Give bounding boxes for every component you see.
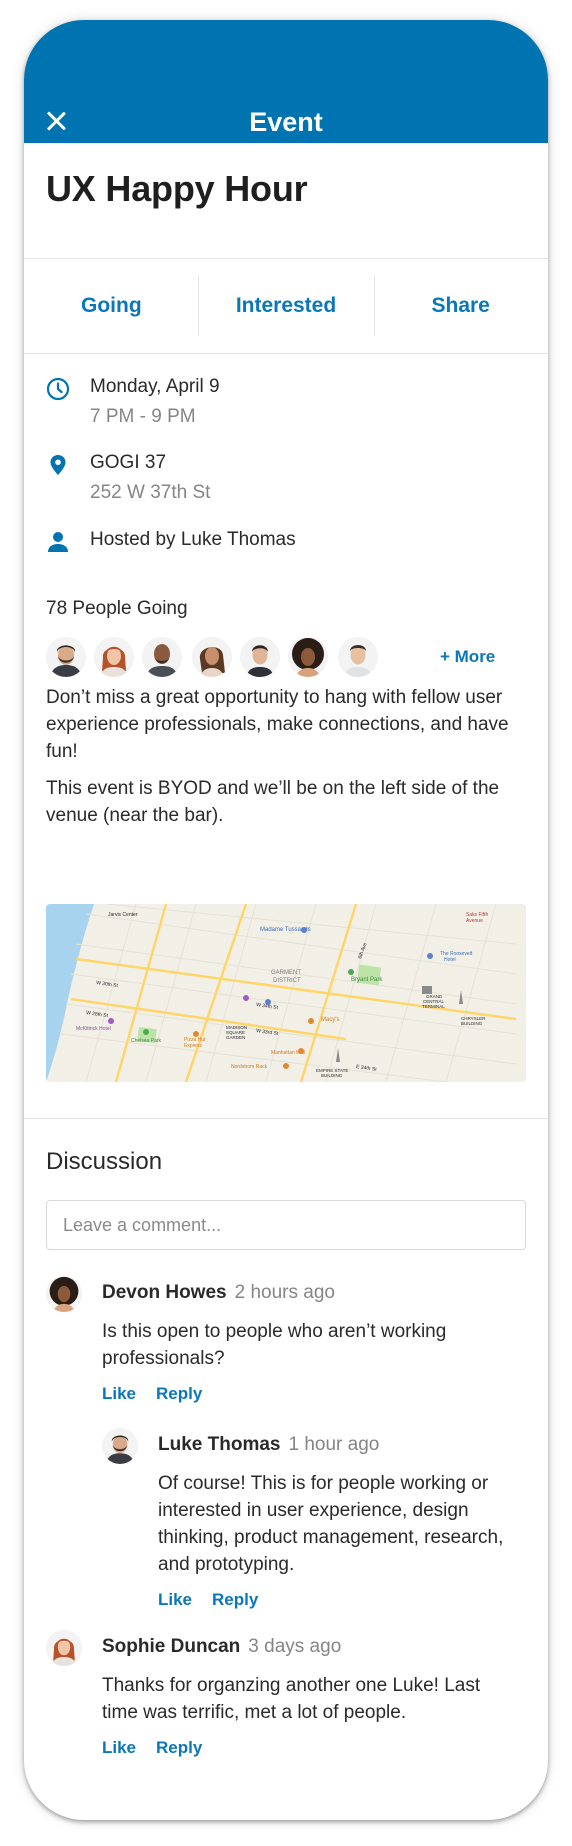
like-button[interactable]: Like bbox=[102, 1384, 136, 1403]
comment-author[interactable]: Devon Howes bbox=[102, 1282, 227, 1303]
phone-frame: Event UX Happy Hour Going Interested Sha… bbox=[24, 20, 548, 1820]
reply-button[interactable]: Reply bbox=[156, 1384, 202, 1403]
comment-timestamp: 1 hour ago bbox=[288, 1434, 380, 1455]
svg-text:McKittrick Hotel: McKittrick Hotel bbox=[76, 1026, 111, 1032]
event-actions: Going Interested Share bbox=[24, 258, 548, 353]
app-bar: Event bbox=[24, 20, 548, 143]
going-count: 78 People Going bbox=[46, 598, 188, 619]
svg-text:Chelsea Park: Chelsea Park bbox=[131, 1038, 162, 1044]
svg-text:Hotel: Hotel bbox=[444, 957, 456, 963]
svg-text:Macy's: Macy's bbox=[321, 1017, 339, 1023]
attendee-avatars: + More bbox=[46, 637, 526, 679]
event-venue[interactable]: GOGI 37 bbox=[90, 452, 166, 474]
comment-timestamp: 3 days ago bbox=[248, 1636, 342, 1657]
page-title: Event bbox=[249, 107, 323, 137]
event-map[interactable]: Jarvis Center Madame Tussauds Saks Fifth… bbox=[46, 904, 526, 1082]
comment: Devon Howes 2 hours ago Is this open to p… bbox=[46, 1276, 486, 1403]
comment-timestamp: 2 hours ago bbox=[234, 1282, 335, 1303]
svg-text:Nordstrom Rack: Nordstrom Rack bbox=[231, 1064, 268, 1070]
location-pin-icon bbox=[50, 455, 66, 475]
divider bbox=[198, 276, 199, 336]
reply-button[interactable]: Reply bbox=[156, 1738, 202, 1757]
event-description: This event is BYOD and we’ll be on the l… bbox=[46, 778, 500, 826]
comment-input[interactable] bbox=[46, 1200, 526, 1250]
more-attendees-link[interactable]: + More bbox=[440, 647, 495, 667]
person-icon bbox=[48, 532, 68, 552]
divider bbox=[24, 1118, 548, 1119]
svg-text:TERMINAL: TERMINAL bbox=[422, 1004, 445, 1009]
svg-text:Jarvis Center: Jarvis Center bbox=[108, 912, 138, 918]
reply-button[interactable]: Reply bbox=[212, 1590, 258, 1609]
comment-author[interactable]: Sophie Duncan bbox=[102, 1636, 240, 1657]
like-button[interactable]: Like bbox=[158, 1590, 192, 1609]
comment-author[interactable]: Luke Thomas bbox=[158, 1434, 280, 1455]
avatar[interactable] bbox=[102, 1428, 138, 1464]
divider bbox=[24, 353, 548, 354]
clock-icon bbox=[46, 377, 70, 401]
going-button[interactable]: Going bbox=[24, 258, 199, 353]
like-button[interactable]: Like bbox=[102, 1738, 136, 1757]
event-address: 252 W 37th St bbox=[90, 482, 211, 503]
avatar[interactable] bbox=[46, 637, 86, 677]
comment-text: Of course! This is for people working or… bbox=[158, 1473, 504, 1575]
avatar[interactable] bbox=[338, 637, 378, 677]
avatar[interactable] bbox=[46, 1276, 82, 1312]
comment-reply: Luke Thomas 1 hour ago Of course! This is… bbox=[102, 1428, 542, 1609]
share-button[interactable]: Share bbox=[373, 258, 548, 353]
avatar[interactable] bbox=[94, 637, 134, 677]
svg-text:Avenue: Avenue bbox=[466, 918, 483, 924]
avatar[interactable] bbox=[240, 637, 280, 677]
avatar[interactable] bbox=[46, 1630, 82, 1666]
comment: Sophie Duncan 3 days ago Thanks for organ… bbox=[46, 1630, 486, 1757]
divider bbox=[374, 276, 375, 336]
event-host: Hosted by Luke Thomas bbox=[90, 529, 296, 550]
comment-actions: Like Reply bbox=[102, 1738, 202, 1758]
svg-text:BUILDING: BUILDING bbox=[321, 1073, 343, 1078]
svg-text:Bryant Park: Bryant Park bbox=[351, 977, 383, 983]
svg-text:GARMENT: GARMENT bbox=[271, 970, 301, 976]
svg-text:GARDEN: GARDEN bbox=[226, 1035, 245, 1040]
comment-header: Luke Thomas 1 hour ago bbox=[158, 1434, 379, 1456]
avatar[interactable] bbox=[142, 637, 182, 677]
svg-text:Express: Express bbox=[184, 1043, 203, 1049]
svg-text:BUILDING: BUILDING bbox=[461, 1021, 483, 1026]
avatar[interactable] bbox=[288, 637, 328, 677]
comment-text: Thanks for organzing another one Luke! L… bbox=[102, 1675, 481, 1723]
comment-header: Sophie Duncan 3 days ago bbox=[102, 1636, 341, 1658]
event-title: UX Happy Hour bbox=[46, 168, 308, 209]
interested-button[interactable]: Interested bbox=[199, 258, 374, 353]
comment-actions: Like Reply bbox=[102, 1384, 202, 1404]
comment-header: Devon Howes 2 hours ago bbox=[102, 1282, 335, 1304]
comment-text: Is this open to people who aren’t workin… bbox=[102, 1321, 447, 1369]
event-description: Don’t miss a great opportunity to hang w… bbox=[46, 687, 509, 762]
event-time: 7 PM - 9 PM bbox=[90, 406, 196, 427]
comment-actions: Like Reply bbox=[158, 1590, 258, 1610]
discussion-title: Discussion bbox=[46, 1148, 163, 1175]
svg-text:DISTRICT: DISTRICT bbox=[273, 978, 301, 984]
avatar[interactable] bbox=[192, 637, 232, 677]
event-date: Monday, April 9 bbox=[90, 376, 220, 397]
